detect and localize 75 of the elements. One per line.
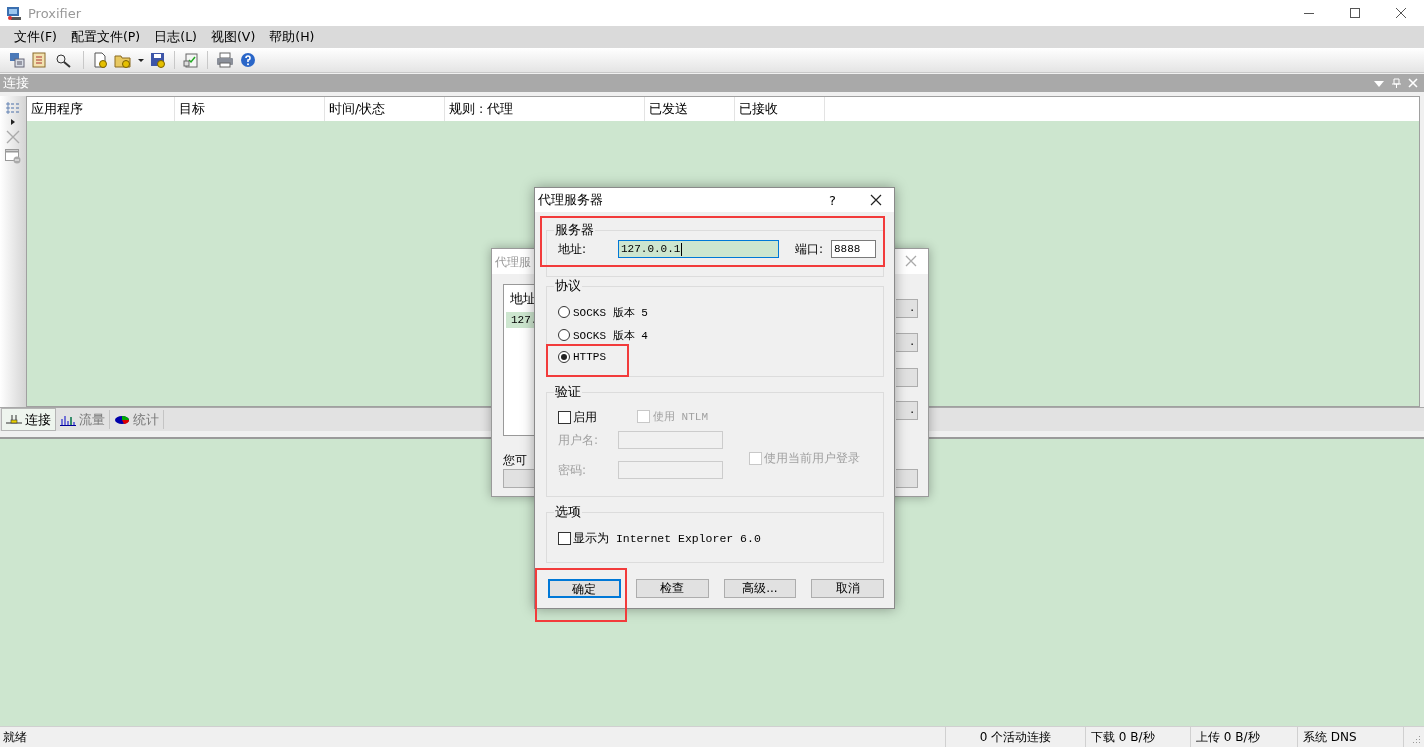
dialog-title: 代理服: [495, 254, 531, 271]
arrow-icon[interactable]: [11, 119, 15, 125]
resize-grip-icon[interactable]: [1411, 734, 1421, 744]
group-title: 验证: [554, 384, 582, 400]
new-file-icon[interactable]: [92, 52, 108, 68]
menu-item[interactable]: 配置文件(P): [63, 28, 148, 46]
input-field[interactable]: 127.0.0.1: [618, 240, 779, 258]
checkbox-label: 显示为 Internet Explorer 6.0: [573, 531, 761, 546]
dialog-title: 代理服务器: [538, 191, 603, 209]
dialog-text: 您可: [503, 453, 526, 468]
radio-label: SOCKS 版本 5: [573, 305, 648, 320]
dialog-button[interactable]: .: [896, 333, 918, 352]
dialog-button[interactable]: 取消: [811, 579, 884, 598]
dialog-button[interactable]: 确定: [548, 579, 621, 598]
menu-item[interactable]: 帮助(H): [262, 28, 322, 46]
radio-label: HTTPS: [573, 351, 606, 363]
dialog-button[interactable]: 高级...: [723, 579, 797, 598]
save-icon[interactable]: [150, 52, 166, 68]
menu-item[interactable]: 视图(V): [203, 28, 263, 46]
column-header[interactable]: 已发送: [645, 97, 735, 121]
close-icon: [1396, 8, 1406, 18]
group-title: 选项: [554, 504, 582, 520]
column-header[interactable]: 已接收: [735, 97, 825, 121]
document-icon[interactable]: [31, 52, 47, 68]
menu-item[interactable]: 文件(F): [7, 28, 64, 46]
panel-title: 连接: [2, 74, 29, 92]
list-header: 地址: [510, 291, 535, 308]
status-text: 上传 0 B/秒: [1196, 728, 1260, 746]
field-label: 地址:: [558, 240, 588, 258]
field-label: 端口:: [795, 240, 825, 258]
status-text: 下载 0 B/秒: [1091, 728, 1155, 746]
delete-icon[interactable]: [6, 130, 20, 144]
maximize-icon: [1350, 8, 1360, 18]
radio-button[interactable]: [558, 329, 570, 341]
dialog-button[interactable]: .: [896, 299, 918, 318]
checkbox-label: 启用: [573, 409, 597, 426]
app-icon: [6, 5, 22, 21]
close-icon[interactable]: [870, 194, 882, 206]
checkbox-label: 使用当前用户登录: [764, 450, 860, 467]
tab[interactable]: 连接: [1, 408, 56, 431]
help-icon[interactable]: [240, 52, 256, 68]
group-title: 服务器: [554, 222, 595, 238]
group-title: 协议: [554, 278, 582, 294]
status-text: 就绪: [2, 728, 28, 746]
dropdown-icon[interactable]: [1374, 78, 1384, 88]
list-icon[interactable]: [6, 102, 20, 114]
help-button[interactable]: ?: [829, 192, 836, 208]
column-header[interactable]: 规则 : 代理: [445, 97, 645, 121]
radio-label: SOCKS 版本 4: [573, 328, 648, 343]
status-text: 系统 DNS: [1303, 728, 1357, 746]
printer-icon[interactable]: [216, 52, 234, 68]
pin-icon[interactable]: [1391, 78, 1401, 88]
checkbox[interactable]: [558, 411, 571, 424]
server-icon[interactable]: [9, 52, 25, 68]
tab[interactable]: 统计: [110, 410, 164, 429]
field-label: 密码:: [558, 461, 588, 479]
window-title: Proxifier: [28, 5, 82, 21]
field-label: 用户名:: [558, 431, 600, 449]
checkbox-label: 使用 NTLM: [653, 410, 708, 424]
list-row: 127.: [506, 312, 535, 328]
status-text: 0 个活动连接: [979, 728, 1052, 746]
tab[interactable]: 流量: [56, 410, 110, 429]
clipboard-icon[interactable]: [183, 52, 199, 68]
folder-icon[interactable]: [114, 52, 132, 68]
radio-button[interactable]: [558, 351, 570, 363]
checkbox[interactable]: [558, 532, 571, 545]
column-header[interactable]: 应用程序: [27, 97, 175, 121]
window-icon[interactable]: [5, 149, 21, 164]
dialog-button[interactable]: 检查: [635, 579, 709, 598]
column-header[interactable]: 目标: [175, 97, 325, 121]
radio-button[interactable]: [558, 306, 570, 318]
column-header[interactable]: 时间/状态: [325, 97, 445, 121]
menu-item[interactable]: 日志(L): [147, 28, 204, 46]
input-field[interactable]: 8888: [831, 240, 876, 258]
dialog-button[interactable]: .: [896, 401, 918, 420]
